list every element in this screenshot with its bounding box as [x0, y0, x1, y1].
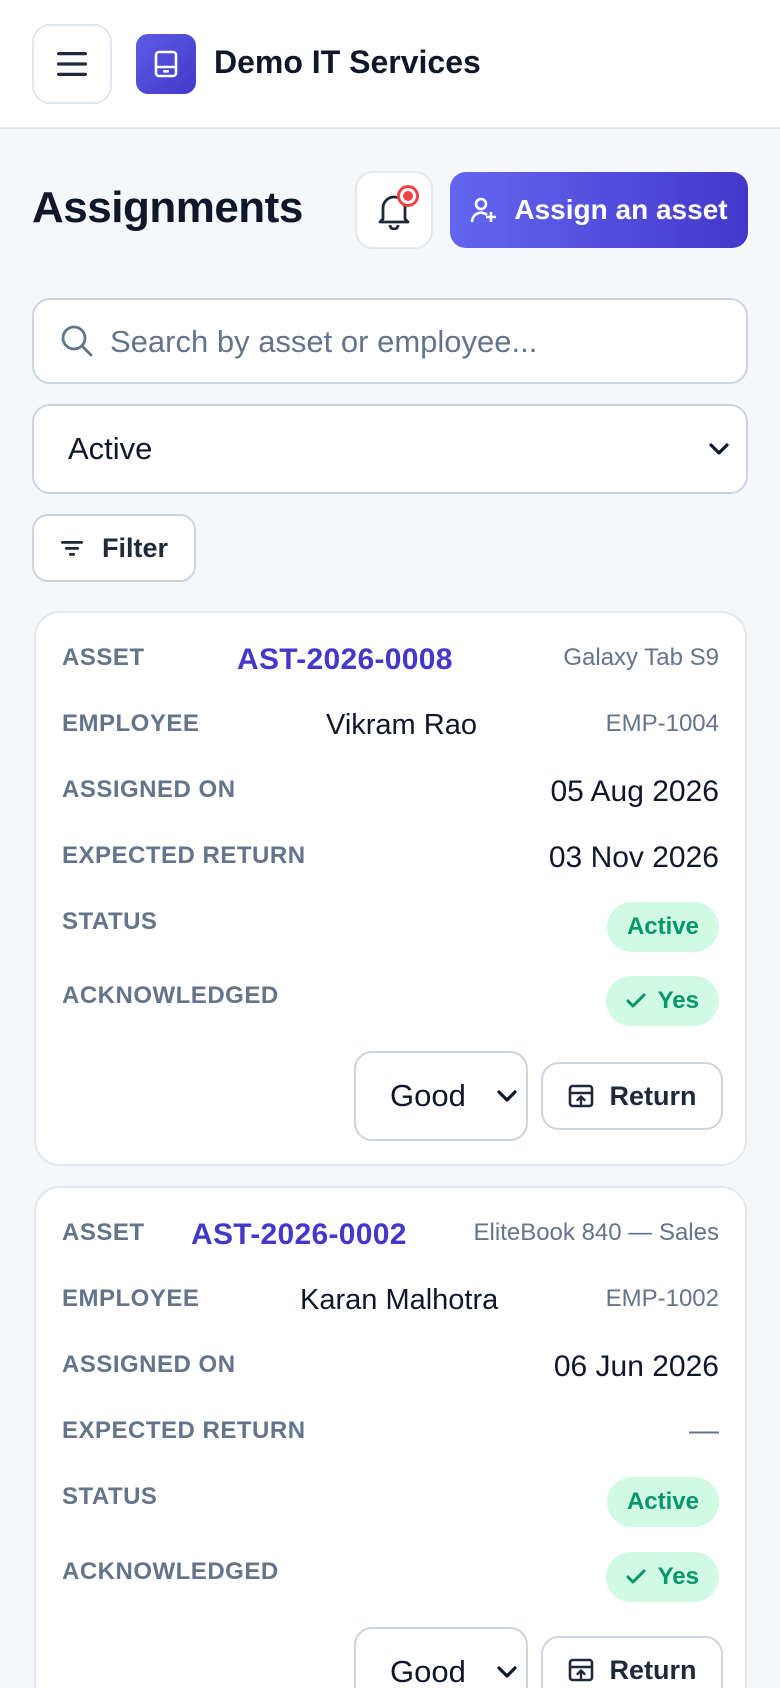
assigned-on-row: ASSIGNED ON 05 Aug 2026 [36, 775, 745, 816]
status-filter-value: Active [68, 431, 153, 466]
notification-dot [397, 185, 419, 207]
check-icon [626, 993, 646, 1008]
condition-value: Good [390, 1654, 466, 1688]
asset-name: EliteBook 840 — Sales [473, 1219, 719, 1246]
employee-id: EMP-1002 [605, 1285, 719, 1312]
acknowledged-badge: Yes [605, 976, 719, 1026]
status-row: STATUS Active [36, 1477, 745, 1527]
page-title: Assignments [32, 183, 303, 232]
app-title: Demo IT Services [214, 44, 481, 80]
status-badge: Active [606, 902, 719, 952]
employee-row: EMPLOYEE Vikram Rao EMP-1004 [36, 709, 745, 750]
assigned-on-label: ASSIGNED ON [62, 1351, 236, 1378]
menu-button[interactable] [32, 24, 112, 104]
chevron-down-icon [497, 1090, 517, 1102]
status-badge: Active [606, 1477, 719, 1527]
condition-value: Good [390, 1078, 466, 1113]
archive-return-icon [568, 1084, 593, 1108]
assignment-card: ASSET AST-2026-0002 EliteBook 840 — Sale… [34, 1186, 747, 1688]
employee-name: Vikram Rao [326, 709, 477, 741]
employee-id: EMP-1004 [605, 710, 719, 737]
status-row: STATUS Active [36, 902, 745, 952]
return-button[interactable]: Return [541, 1062, 723, 1130]
menu-icon [57, 52, 87, 76]
asset-code-link[interactable]: AST-2026-0008 [237, 643, 453, 677]
chevron-down-icon [497, 1666, 517, 1678]
check-icon [626, 1569, 646, 1584]
asset-code-link[interactable]: AST-2026-0002 [191, 1218, 407, 1252]
chevron-down-icon [709, 443, 729, 455]
expected-return-label: EXPECTED RETURN [62, 842, 306, 869]
user-plus-icon [471, 197, 497, 223]
expected-return-row: EXPECTED RETURN — [36, 1414, 745, 1457]
assigned-on-row: ASSIGNED ON 06 Jun 2026 [36, 1350, 745, 1391]
expected-return-value: — [689, 1414, 719, 1447]
return-label: Return [609, 1080, 697, 1111]
search-icon [61, 325, 93, 357]
employee-label: EMPLOYEE [62, 710, 200, 737]
employee-name: Karan Malhotra [300, 1284, 499, 1316]
assign-asset-label: Assign an asset [514, 194, 728, 225]
asset-name: Galaxy Tab S9 [563, 644, 719, 671]
archive-return-icon [568, 1658, 593, 1682]
status-label: STATUS [62, 1483, 158, 1510]
asset-label: ASSET [62, 644, 145, 671]
return-label: Return [609, 1654, 697, 1685]
employee-label: EMPLOYEE [62, 1285, 200, 1312]
assign-asset-button[interactable]: Assign an asset [450, 172, 748, 248]
assigned-on-value: 06 Jun 2026 [553, 1350, 719, 1383]
assigned-on-value: 05 Aug 2026 [550, 775, 719, 808]
assigned-on-label: ASSIGNED ON [62, 776, 236, 803]
laptop-icon [154, 50, 178, 78]
acknowledged-row: ACKNOWLEDGED Yes [36, 1552, 745, 1602]
notifications-button[interactable] [355, 171, 433, 249]
acknowledged-value: Yes [657, 987, 699, 1014]
condition-select[interactable]: Good [354, 1627, 528, 1688]
expected-return-label: EXPECTED RETURN [62, 1417, 306, 1444]
return-button[interactable]: Return [541, 1636, 723, 1688]
filter-button[interactable]: Filter [32, 514, 196, 582]
search-input[interactable] [110, 302, 730, 382]
acknowledged-label: ACKNOWLEDGED [62, 982, 279, 1009]
asset-row: ASSET AST-2026-0008 Galaxy Tab S9 [36, 643, 745, 684]
asset-label: ASSET [62, 1219, 145, 1246]
assignment-card: ASSET AST-2026-0008 Galaxy Tab S9 EMPLOY… [34, 611, 747, 1166]
filter-label: Filter [101, 532, 168, 563]
condition-select[interactable]: Good [354, 1051, 528, 1141]
expected-return-value: 03 Nov 2026 [548, 841, 719, 874]
acknowledged-value: Yes [657, 1563, 699, 1590]
employee-row: EMPLOYEE Karan Malhotra EMP-1002 [36, 1284, 745, 1325]
app-logo [136, 34, 196, 94]
status-filter-select[interactable]: Active [32, 404, 748, 494]
filter-icon [60, 541, 83, 556]
acknowledged-label: ACKNOWLEDGED [62, 1558, 279, 1585]
acknowledged-badge: Yes [605, 1552, 719, 1602]
top-bar: Demo IT Services [0, 0, 780, 129]
acknowledged-row: ACKNOWLEDGED Yes [36, 976, 745, 1026]
expected-return-row: EXPECTED RETURN 03 Nov 2026 [36, 841, 745, 882]
status-label: STATUS [62, 908, 158, 935]
asset-row: ASSET AST-2026-0002 EliteBook 840 — Sale… [36, 1218, 745, 1259]
search-box [32, 298, 748, 384]
